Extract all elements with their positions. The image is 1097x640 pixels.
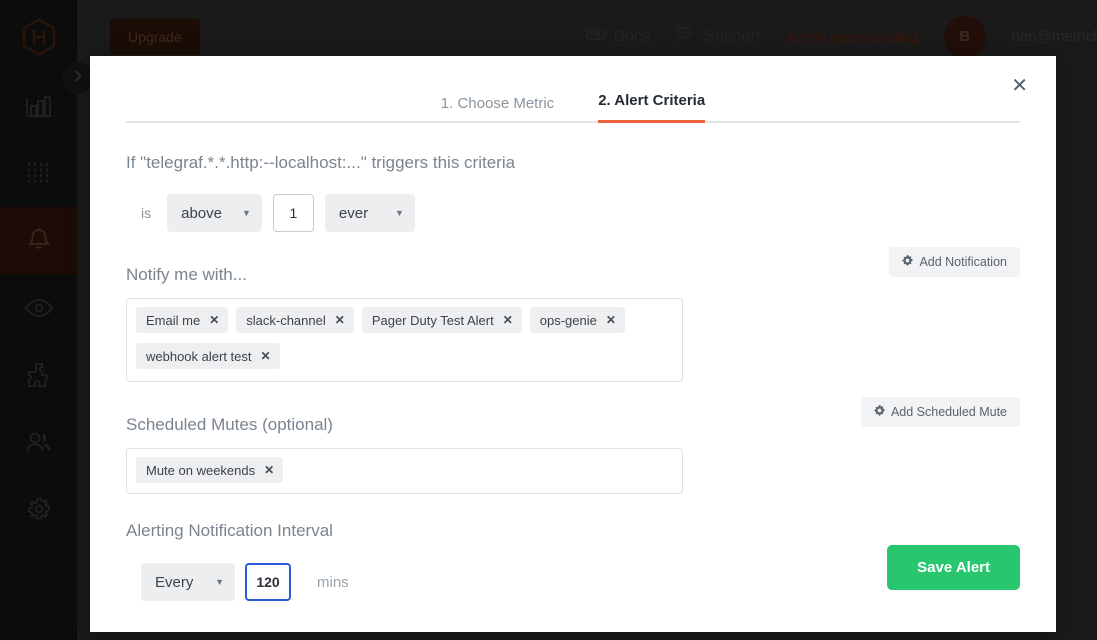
add-scheduled-mute-button[interactable]: Add Scheduled Mute: [860, 396, 1020, 427]
tag-label: slack-channel: [246, 312, 326, 328]
tab-alert-criteria[interactable]: 2. Alert Criteria: [598, 92, 706, 123]
criteria-heading: If "telegraf.*.*.http:--localhost:..." t…: [126, 153, 516, 172]
notification-tag-box[interactable]: Email me ✕ slack-channel ✕ Pager Duty Test A…: [126, 298, 683, 382]
interval-title: Alerting Notification Interval: [126, 521, 333, 540]
alert-criteria-modal: ✕ 1. Choose Metric 2. Alert Criteria If …: [90, 56, 1056, 632]
tag-label: ops-genie: [539, 312, 597, 328]
tag-label: Email me: [146, 312, 201, 328]
add-notification-label: Add Notification: [919, 254, 1007, 269]
close-icon[interactable]: ✕: [503, 313, 513, 327]
chevron-down-icon: ▼: [242, 208, 251, 218]
tag-label: Pager Duty Test Alert: [371, 312, 494, 328]
tag: Email me ✕: [136, 307, 229, 333]
chevron-down-icon: ▼: [395, 208, 404, 218]
threshold-input[interactable]: [272, 194, 314, 232]
tag: Pager Duty Test Alert ✕: [361, 307, 522, 333]
scheduled-mutes-tag-box[interactable]: Mute on weekends ✕: [126, 448, 683, 494]
criteria-row: is above ▼ ever ▼: [126, 194, 1020, 232]
close-icon[interactable]: ✕: [264, 463, 274, 477]
mins-label: mins: [317, 573, 349, 591]
is-label: is: [141, 205, 152, 221]
close-icon[interactable]: ✕: [261, 349, 271, 363]
tag: Mute on weekends ✕: [136, 457, 284, 483]
notify-header-row: Notify me with... Add Notification: [126, 238, 1020, 285]
modal-body: If "telegraf.*.*.http:--localhost:..." t…: [90, 153, 1056, 601]
gear-icon: [874, 404, 885, 419]
gear-icon: [902, 254, 913, 269]
tag: ops-genie ✕: [529, 307, 625, 333]
frequency-value: ever: [338, 204, 369, 222]
tag: webhook alert test ✕: [136, 343, 280, 369]
comparator-value: above: [181, 204, 222, 222]
modal-tabs: 1. Choose Metric 2. Alert Criteria: [126, 56, 1020, 123]
close-icon[interactable]: ✕: [335, 313, 345, 327]
save-alert-button[interactable]: Save Alert: [887, 545, 1020, 590]
tab-choose-metric[interactable]: 1. Choose Metric: [441, 95, 554, 123]
chevron-down-icon: ▼: [215, 577, 224, 587]
interval-row: Every ▼ mins: [126, 563, 1020, 601]
interval-mode-value: Every: [155, 573, 194, 591]
interval-value-input[interactable]: [245, 563, 291, 601]
tag-label: webhook alert test: [146, 348, 252, 364]
comparator-select[interactable]: above ▼: [167, 194, 262, 232]
close-icon[interactable]: ✕: [606, 313, 616, 327]
tag-label: Mute on weekends: [146, 462, 256, 478]
mutes-title: Scheduled Mutes (optional): [126, 415, 333, 434]
add-notification-button[interactable]: Add Notification: [889, 246, 1020, 277]
notify-title: Notify me with...: [126, 265, 247, 284]
tag: slack-channel ✕: [236, 307, 354, 333]
interval-section: Alerting Notification Interval Every ▼ m…: [126, 521, 1020, 601]
mutes-header-row: Scheduled Mutes (optional) Add Scheduled…: [126, 388, 1020, 435]
close-icon[interactable]: ✕: [209, 313, 219, 327]
close-icon[interactable]: ✕: [1005, 72, 1034, 100]
add-scheduled-mute-label: Add Scheduled Mute: [890, 404, 1007, 419]
frequency-select[interactable]: ever ▼: [324, 194, 415, 232]
interval-mode-select[interactable]: Every ▼: [141, 563, 235, 601]
